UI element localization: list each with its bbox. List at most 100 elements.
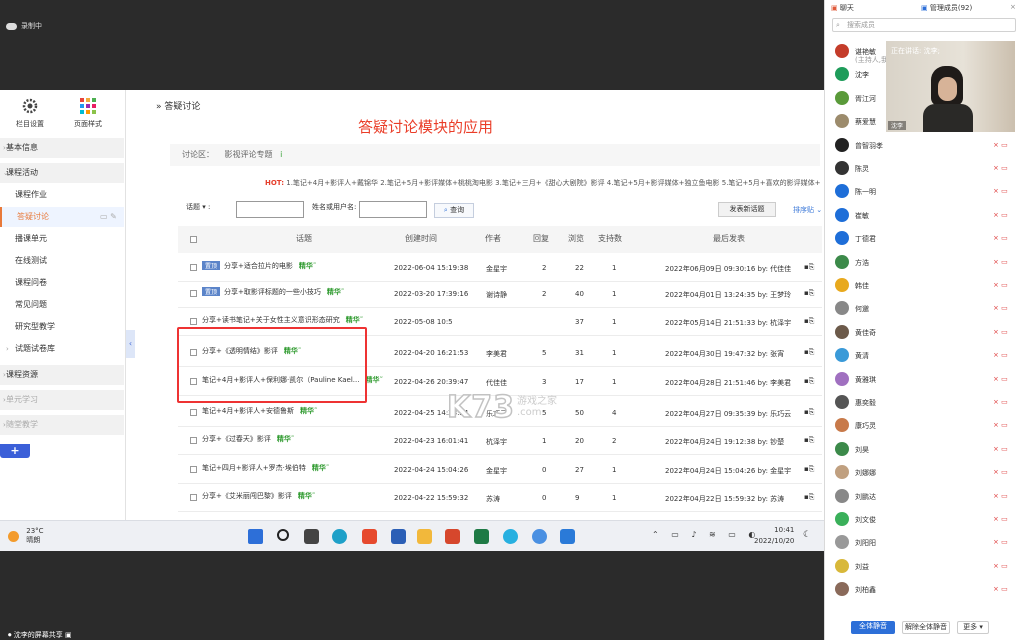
mic-muted-icon[interactable]: ⨯ ▭ <box>993 234 1008 242</box>
member-item[interactable]: 方浩 ⨯ ▭ <box>835 254 1015 271</box>
last-post[interactable]: 2022年04月22日 15:59:32 by: 苏涛 <box>665 494 784 504</box>
last-post[interactable]: 2022年04月24日 15:04:26 by: 金星宇 <box>665 466 791 476</box>
author[interactable]: 李美君 <box>486 349 507 359</box>
powerpoint-icon[interactable] <box>445 529 460 544</box>
mic-muted-icon[interactable]: ⨯ ▭ <box>993 211 1008 219</box>
last-post[interactable]: 2022年04月24日 19:12:38 by: 钞楚 <box>665 437 784 447</box>
author[interactable]: 代佳佳 <box>486 378 507 388</box>
menu-faq[interactable]: 常见问题 <box>0 295 124 315</box>
mic-muted-icon[interactable]: ⨯ ▭ <box>993 562 1008 570</box>
office-icon[interactable] <box>362 529 377 544</box>
author[interactable]: 金星宇 <box>486 264 507 274</box>
topic-title[interactable]: 分享+读书笔记+关于女性主义意识形态研究 精华˜ <box>202 315 363 325</box>
tray-icons[interactable]: ⌃ ▭ ♪ ≋ ▭ ◐ <box>652 530 760 539</box>
excel-icon[interactable] <box>474 529 489 544</box>
browser-icon[interactable] <box>503 529 518 544</box>
start-icon[interactable] <box>248 529 263 544</box>
recording-indicator[interactable]: 录制中 <box>6 21 42 31</box>
member-item[interactable]: 曾智羽孝 ⨯ ▭ <box>835 137 1015 154</box>
mic-muted-icon[interactable]: ⨯ ▭ <box>993 492 1008 500</box>
hot-topics[interactable]: HOT: 1.笔记+4月+影评人+戴锦华 2.笔记+5月+影评媒体+桃桃淘电影 … <box>265 178 820 188</box>
mic-muted-icon[interactable]: ⨯ ▭ <box>993 187 1008 195</box>
author[interactable]: 苏涛 <box>486 494 500 504</box>
member-item[interactable]: 刘益 ⨯ ▭ <box>835 558 1015 575</box>
menu-course-survey[interactable]: 课程问卷 <box>0 273 124 293</box>
member-item[interactable]: 韩佳 ⨯ ▭ <box>835 278 1015 294</box>
member-item[interactable]: 康巧灵 ⨯ ▭ <box>835 418 1015 434</box>
weather-widget[interactable]: 23°C 晴朗 <box>8 527 44 545</box>
last-post[interactable]: 2022年04月01日 13:24:35 by: 王梦玲 <box>665 290 791 300</box>
menu-class-teaching[interactable]: › 随堂教学 <box>0 415 124 435</box>
topic-title[interactable]: 笔记+4月+影评人+安德鲁斯 精华˜ <box>202 406 318 416</box>
member-item[interactable]: 黄雅琪 ⨯ ▭ <box>835 371 1015 388</box>
member-item[interactable]: 刘鹏达 ⨯ ▭ <box>835 488 1015 505</box>
member-item[interactable]: 陈灵 ⨯ ▭ <box>835 161 1015 177</box>
member-item[interactable]: 何邈 ⨯ ▭ <box>835 301 1015 317</box>
author[interactable]: 金星宇 <box>486 466 507 476</box>
row-checkbox[interactable] <box>190 494 197 501</box>
meeting-icon[interactable] <box>532 529 547 544</box>
member-item[interactable]: 刘阳阳 ⨯ ▭ <box>835 535 1015 551</box>
mic-muted-icon[interactable]: ⨯ ▭ <box>993 515 1008 523</box>
mic-muted-icon[interactable]: ⨯ ▭ <box>993 164 1008 172</box>
clock[interactable]: 10:41 2022/10/20 <box>754 525 794 547</box>
member-item[interactable]: 刘柏鑫 ⨯ ▭ <box>835 582 1015 598</box>
row-checkbox[interactable] <box>190 290 197 297</box>
search-button[interactable]: ⌕ 查询 <box>434 203 474 218</box>
tab-chat[interactable]: ▣ 聊天 <box>831 3 854 13</box>
topic-title[interactable]: 分享+《艾米丽闯巴黎》影评 精华˜ <box>202 491 315 501</box>
row-checkbox[interactable] <box>190 466 197 473</box>
mic-muted-icon[interactable]: ⨯ ▭ <box>993 585 1008 593</box>
menu-basic-info[interactable]: › 基本信息 <box>0 138 124 158</box>
author[interactable]: 谢诗静 <box>486 290 507 300</box>
mic-muted-icon[interactable]: ⨯ ▭ <box>993 351 1008 359</box>
author[interactable]: 杭泽宇 <box>486 437 507 447</box>
menu-research-teaching[interactable]: 研究型教学 <box>0 317 124 337</box>
username-input[interactable] <box>359 201 427 218</box>
member-item[interactable]: 惠奕毅 ⨯ ▭ <box>835 395 1015 411</box>
mic-muted-icon[interactable]: ⨯ ▭ <box>993 375 1008 383</box>
edit-icon[interactable]: ▭ ✎ <box>100 207 117 227</box>
row-actions-icon[interactable]: ▪⎘ <box>804 465 814 474</box>
member-search-input[interactable]: ⌕ 搜索成员 <box>832 18 1016 32</box>
member-item[interactable]: 黄清 ⨯ ▭ <box>835 348 1015 364</box>
mic-muted-icon[interactable]: ⨯ ▭ <box>993 398 1008 406</box>
mic-muted-icon[interactable]: ⨯ ▭ <box>993 421 1008 429</box>
member-item[interactable]: 刘娜娜 ⨯ ▭ <box>835 465 1015 481</box>
last-post[interactable]: 2022年05月14日 21:51:33 by: 杭泽宇 <box>665 318 791 328</box>
word-icon[interactable] <box>391 529 406 544</box>
row-checkbox[interactable] <box>190 409 197 416</box>
row-actions-icon[interactable]: ▪⎘ <box>804 436 814 445</box>
mute-all-button[interactable]: 全体静音 <box>851 621 895 634</box>
topic-title[interactable]: 置顶 分享+取影评标题的一些小技巧 精华˜ <box>202 287 344 297</box>
menu-qa-discussion[interactable]: 答疑讨论 ▭ ✎ <box>0 207 124 227</box>
page-style-button[interactable]: 页面样式 <box>58 98 118 129</box>
close-icon[interactable]: × <box>1010 3 1016 11</box>
filter-select[interactable]: 话题 ▾ : <box>186 202 210 212</box>
row-checkbox[interactable] <box>190 264 197 271</box>
menu-course-resources[interactable]: › 课程资源 <box>0 365 124 385</box>
row-actions-icon[interactable]: ▪⎘ <box>804 408 814 417</box>
last-post[interactable]: 2022年06月09日 09:30:16 by: 代佳佳 <box>665 264 791 274</box>
tab-members[interactable]: ▣ 管理成员(92) <box>921 3 972 13</box>
info-icon[interactable]: i <box>280 150 282 159</box>
mic-muted-icon[interactable]: ⨯ ▭ <box>993 258 1008 266</box>
menu-unit-study[interactable]: › 单元学习 <box>0 390 124 410</box>
screen-share-status[interactable]: ⏺ 沈李的屏幕共享 ▣ <box>8 630 72 640</box>
tencent-meeting-icon[interactable] <box>560 529 575 544</box>
menu-course-homework[interactable]: 课程作业 <box>0 185 124 205</box>
edge-icon[interactable] <box>332 529 347 544</box>
column-settings-button[interactable]: 栏目设置 <box>0 98 60 129</box>
mic-muted-icon[interactable]: ⨯ ▭ <box>993 328 1008 336</box>
row-checkbox[interactable] <box>190 318 197 325</box>
topic-title[interactable]: 分享+《过春天》影评 精华˜ <box>202 434 294 444</box>
notification-icon[interactable]: ☾ <box>803 530 811 540</box>
mic-muted-icon[interactable]: ⨯ ▭ <box>993 281 1008 289</box>
speaker-video[interactable]: 正在讲话: 沈李; 沈李 <box>886 41 1015 132</box>
member-item[interactable]: 丁德君 ⨯ ▭ <box>835 231 1015 247</box>
topic-title[interactable]: 笔记+四月+影评人+罗杰·埃伯特 精华˜ <box>202 463 329 473</box>
mic-muted-icon[interactable]: ⨯ ▭ <box>993 141 1008 149</box>
member-item[interactable]: 崔敏 ⨯ ▭ <box>835 207 1015 224</box>
last-post[interactable]: 2022年04月28日 21:51:46 by: 李美君 <box>665 378 791 388</box>
mic-muted-icon[interactable]: ⨯ ▭ <box>993 304 1008 312</box>
